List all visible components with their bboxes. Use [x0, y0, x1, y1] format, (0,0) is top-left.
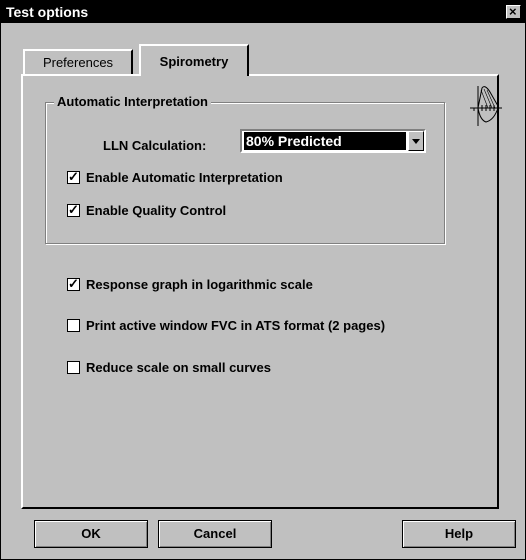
checkbox-label: Response graph in logarithmic scale — [86, 277, 313, 292]
tab-spirometry-label: Spirometry — [159, 54, 229, 69]
lln-calculation-select[interactable]: 80% Predicted — [240, 129, 426, 153]
close-icon: × — [509, 4, 517, 19]
close-button[interactable]: × — [506, 4, 521, 19]
tab-preferences-label: Preferences — [42, 55, 114, 70]
lln-calculation-value: 80% Predicted — [244, 132, 406, 150]
title-bar[interactable]: Test options × — [1, 1, 525, 23]
lln-calculation-label: LLN Calculation: — [103, 138, 207, 153]
checkbox-label: Reduce scale on small curves — [86, 360, 271, 375]
checkbox-box[interactable] — [67, 319, 80, 332]
cancel-button[interactable]: Cancel — [158, 520, 272, 548]
checkbox-label: Enable Quality Control — [86, 203, 227, 218]
checkbox-box[interactable]: ✓ — [67, 169, 80, 184]
checkbox-box[interactable]: ✓ — [67, 202, 80, 217]
checkbox-label: Print active window FVC in ATS format (2… — [86, 318, 386, 333]
group-title: Automatic Interpretation — [54, 94, 211, 109]
checkmark-icon: ✓ — [68, 169, 79, 184]
tab-spirometry[interactable]: Spirometry — [139, 44, 249, 76]
checkmark-icon: ✓ — [68, 276, 79, 291]
spirometry-curve-icon — [468, 80, 504, 133]
chevron-down-icon — [412, 139, 420, 144]
help-button[interactable]: Help — [402, 520, 516, 548]
checkbox-box[interactable] — [67, 361, 80, 374]
ok-button[interactable]: OK — [34, 520, 148, 548]
checkmark-icon: ✓ — [68, 202, 79, 217]
checkbox-box[interactable]: ✓ — [67, 276, 80, 291]
window-title: Test options — [6, 4, 89, 20]
tab-preferences[interactable]: Preferences — [23, 49, 133, 75]
dropdown-button[interactable] — [408, 131, 424, 151]
checkbox-label: Enable Automatic Interpretation — [86, 170, 283, 185]
